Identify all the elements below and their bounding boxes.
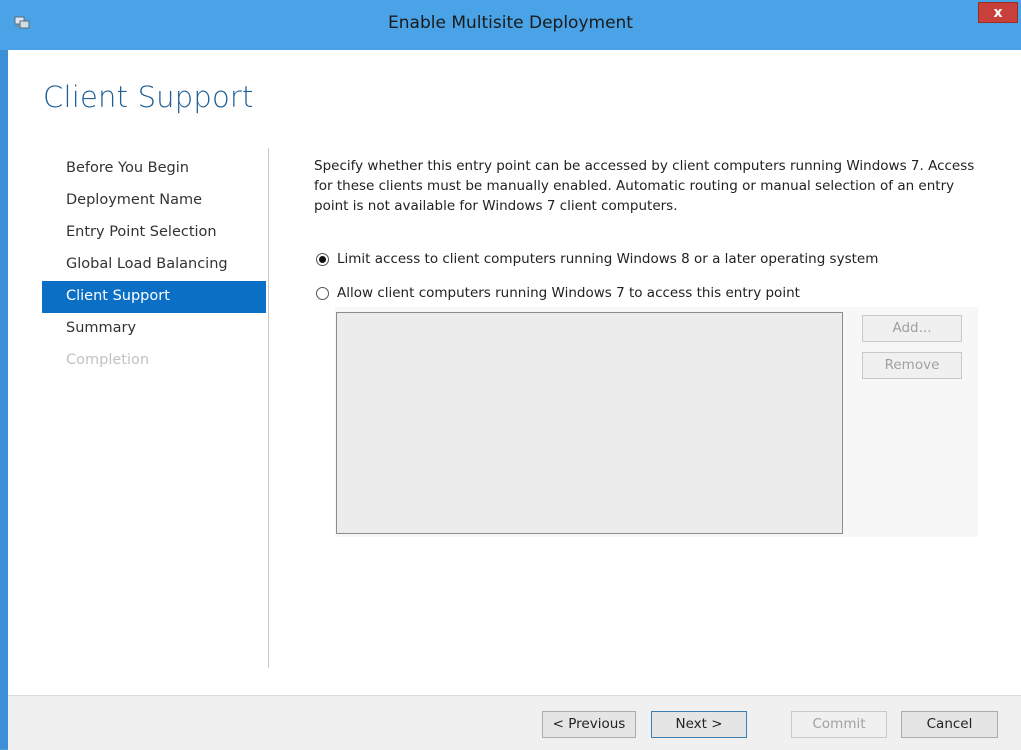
wizard-body: Client Support Before You Begin Deployme… — [8, 50, 1021, 750]
page-title: Client Support — [43, 80, 254, 114]
radio-button-checked[interactable] — [316, 252, 329, 266]
cancel-button[interactable]: Cancel — [901, 711, 998, 738]
previous-button[interactable]: < Previous — [542, 711, 636, 738]
window-title: Enable Multisite Deployment — [388, 13, 633, 33]
remove-button[interactable]: Remove — [862, 352, 962, 379]
next-button[interactable]: Next > — [651, 711, 747, 738]
step-entry-point-selection[interactable]: Entry Point Selection — [42, 217, 266, 249]
radio-button-unchecked[interactable] — [316, 286, 329, 300]
step-summary[interactable]: Summary — [42, 313, 266, 345]
close-button[interactable]: x — [978, 2, 1018, 23]
radio-label-allow[interactable]: Allow client computers running Windows 7… — [337, 285, 800, 301]
wizard-window: Enable Multisite Deployment x Client Sup… — [0, 0, 1021, 750]
step-global-load-balancing[interactable]: Global Load Balancing — [42, 249, 266, 281]
radio-label-limit[interactable]: Limit access to client computers running… — [337, 251, 878, 267]
step-before-you-begin[interactable]: Before You Begin — [42, 153, 266, 185]
wizard-steps: Before You Begin Deployment Name Entry P… — [42, 153, 266, 377]
radio-allow-windows7[interactable]: Allow client computers running Windows 7… — [316, 285, 800, 301]
step-client-support[interactable]: Client Support — [42, 281, 266, 313]
entry-point-list[interactable] — [336, 312, 843, 534]
description-text: Specify whether this entry point can be … — [314, 158, 975, 214]
nav-divider — [268, 148, 269, 668]
step-deployment-name[interactable]: Deployment Name — [42, 185, 266, 217]
title-bar[interactable]: Enable Multisite Deployment x — [0, 0, 1021, 50]
step-completion: Completion — [66, 352, 150, 368]
radio-limit-windows8[interactable]: Limit access to client computers running… — [316, 251, 878, 267]
wizard-footer: < Previous Next > Commit Cancel — [8, 695, 1021, 750]
add-button[interactable]: Add... — [862, 315, 962, 342]
commit-button[interactable]: Commit — [791, 711, 887, 738]
